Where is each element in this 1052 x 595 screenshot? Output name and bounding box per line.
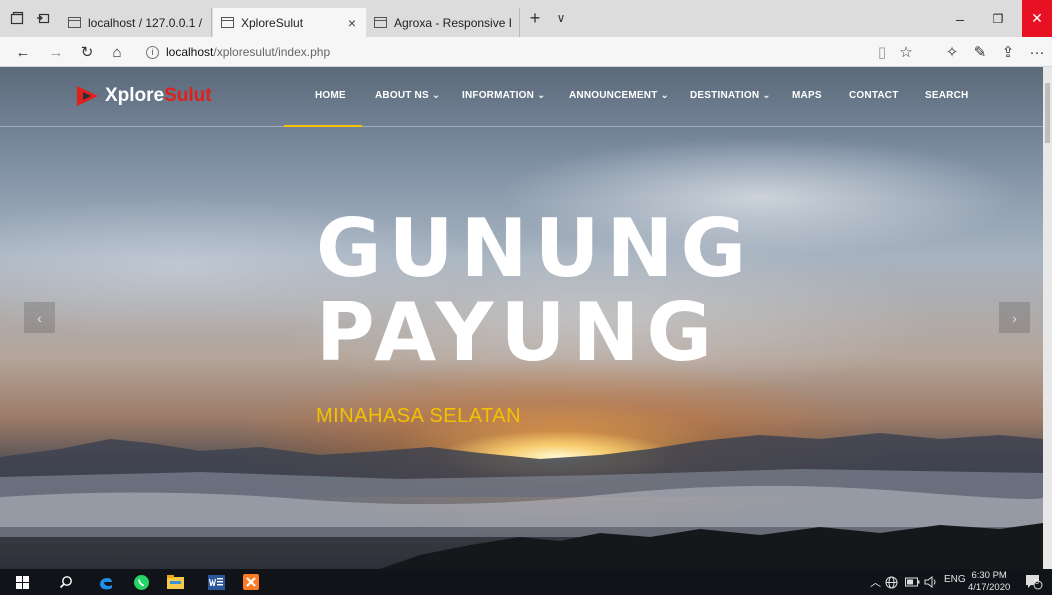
page-viewport: Xplore Sulut HOME ABOUT NS ⌄ INFORMATION … bbox=[0, 67, 1052, 569]
xampp-icon[interactable] bbox=[241, 572, 261, 592]
network-globe-icon[interactable] bbox=[881, 572, 901, 592]
page-icon bbox=[221, 17, 234, 28]
menu-contact[interactable]: CONTACT bbox=[849, 90, 899, 101]
whatsapp-icon[interactable] bbox=[131, 572, 151, 592]
hero-title-line1: GUNUNG bbox=[316, 202, 754, 295]
tab-agroxa[interactable]: Agroxa - Responsive Bootst bbox=[366, 8, 520, 37]
close-tab-icon[interactable]: × bbox=[348, 15, 356, 31]
browser-address-bar: ← → ↻ ⌂ i localhost/xploresulut/index.ph… bbox=[0, 37, 1052, 67]
windows-taskbar: ︿ ENG 6:30 PM 4/17/2020 5 bbox=[0, 569, 1052, 595]
tab-phpmyadmin[interactable]: localhost / 127.0.0.1 / xplore bbox=[60, 8, 212, 37]
back-button[interactable]: ← bbox=[14, 43, 32, 61]
site-info-icon[interactable]: i bbox=[146, 45, 159, 59]
minimize-button[interactable]: – bbox=[942, 0, 978, 37]
tab-title: XploreSulut bbox=[241, 15, 304, 30]
share-icon[interactable]: ⇪ bbox=[999, 43, 1017, 61]
menu-search[interactable]: SEARCH bbox=[925, 90, 968, 101]
notification-count: 5 bbox=[1035, 579, 1039, 586]
browser-tab-bar: localhost / 127.0.0.1 / xplore XploreSul… bbox=[0, 0, 1052, 37]
menu-information[interactable]: INFORMATION ⌄ bbox=[462, 90, 546, 101]
more-icon[interactable]: ··· bbox=[1028, 43, 1046, 61]
set-tabs-aside-icon[interactable] bbox=[8, 9, 26, 27]
page-icon bbox=[374, 17, 387, 28]
clock-time: 6:30 PM bbox=[971, 570, 1007, 581]
hero-title: GUNUNG PAYUNG bbox=[316, 207, 753, 375]
action-center-icon[interactable]: 5 bbox=[1024, 572, 1044, 592]
reading-view-icon[interactable]: ▯ bbox=[873, 43, 891, 61]
battery-icon[interactable] bbox=[902, 572, 922, 592]
menu-destination[interactable]: DESTINATION ⌄ bbox=[690, 90, 771, 101]
clock-date: 4/17/2020 bbox=[968, 582, 1011, 593]
menu-home[interactable]: HOME bbox=[315, 90, 346, 101]
web-notes-icon[interactable]: ✎ bbox=[971, 43, 989, 61]
search-icon[interactable] bbox=[56, 572, 76, 592]
active-menu-underline bbox=[284, 125, 362, 127]
favorites-hub-icon[interactable]: ✧ bbox=[943, 43, 961, 61]
tab-title: localhost / 127.0.0.1 / xplore bbox=[88, 15, 203, 30]
tab-dropdown-icon[interactable]: ∨ bbox=[552, 9, 570, 27]
site-logo[interactable]: Xplore Sulut bbox=[74, 84, 212, 108]
hero-subtitle: MINAHASA SELATAN bbox=[316, 405, 522, 427]
language-indicator[interactable]: ENG bbox=[944, 574, 966, 585]
hero-title-line2: PAYUNG bbox=[316, 286, 720, 379]
logo-text-sulut: Sulut bbox=[164, 85, 212, 106]
taskbar-clock[interactable]: 6:30 PM 4/17/2020 bbox=[968, 570, 1010, 594]
tray-chevron-icon[interactable]: ︿ bbox=[870, 574, 881, 590]
scrollbar-thumb[interactable] bbox=[1045, 83, 1050, 143]
forward-button[interactable]: → bbox=[47, 43, 65, 61]
tab-title: Agroxa - Responsive Bootst bbox=[394, 15, 511, 30]
restore-button[interactable]: ❐ bbox=[980, 0, 1016, 37]
tab-xploresulut[interactable]: XploreSulut × bbox=[213, 8, 366, 37]
word-icon[interactable] bbox=[206, 572, 226, 592]
url-path: /xploresulut/index.php bbox=[213, 45, 331, 59]
favorite-star-icon[interactable]: ☆ bbox=[897, 43, 915, 61]
refresh-button[interactable]: ↻ bbox=[78, 43, 96, 61]
page-icon bbox=[68, 17, 81, 28]
home-button[interactable]: ⌂ bbox=[108, 43, 126, 61]
site-header: Xplore Sulut HOME ABOUT NS ⌄ INFORMATION … bbox=[0, 67, 1043, 127]
edge-browser-icon[interactable] bbox=[96, 572, 116, 592]
carousel-next-button[interactable]: › bbox=[999, 302, 1030, 333]
url-host: localhost bbox=[166, 45, 214, 59]
menu-about-ns[interactable]: ABOUT NS ⌄ bbox=[375, 90, 440, 101]
start-windows-icon[interactable] bbox=[12, 572, 32, 592]
logo-text-xplore: Xplore bbox=[105, 85, 165, 106]
volume-icon[interactable] bbox=[921, 572, 941, 592]
file-explorer-icon[interactable] bbox=[165, 572, 185, 592]
show-tabs-aside-icon[interactable] bbox=[34, 9, 52, 27]
page-scrollbar[interactable] bbox=[1043, 67, 1052, 569]
carousel-prev-button[interactable]: ‹ bbox=[24, 302, 55, 333]
new-tab-button[interactable]: + bbox=[526, 8, 544, 28]
menu-maps[interactable]: MAPS bbox=[792, 90, 822, 101]
logo-mark-icon bbox=[77, 86, 98, 106]
menu-announcement[interactable]: ANNOUNCEMENT ⌄ bbox=[569, 90, 669, 101]
address-field[interactable]: i localhost/xploresulut/index.php bbox=[146, 42, 886, 62]
close-window-button[interactable]: ✕ bbox=[1022, 0, 1052, 37]
